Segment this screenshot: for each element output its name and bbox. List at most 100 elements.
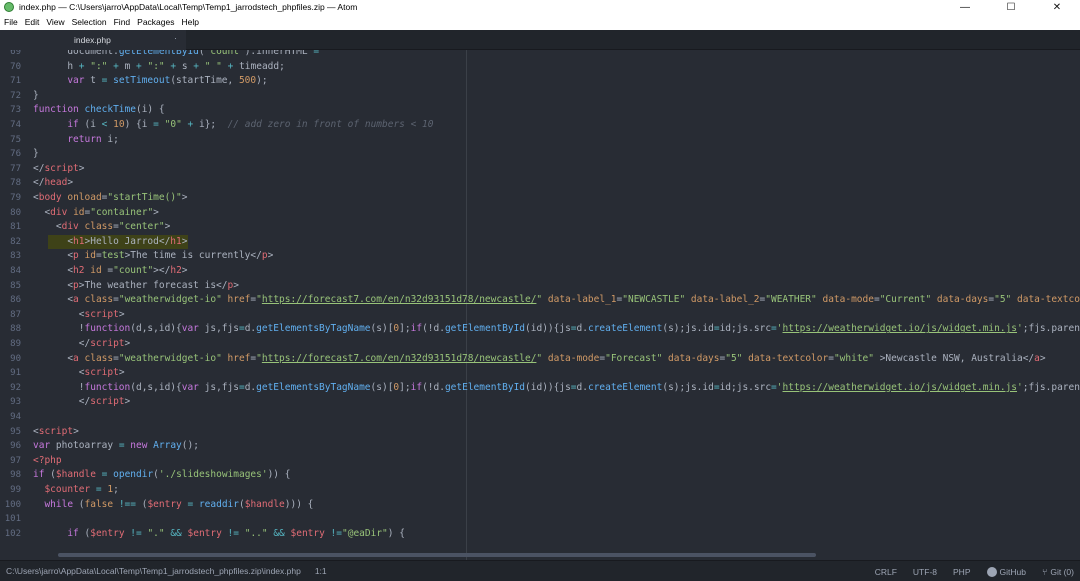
code-token: )) {: [267, 469, 291, 481]
menu-selection[interactable]: Selection: [70, 17, 112, 27]
code-token: i;: [101, 133, 119, 145]
window-controls: — ☐ ✕: [942, 0, 1080, 14]
code-token: data-mode: [816, 294, 874, 306]
code-line: 88 !function(d,s,id){var js,fjs=d.getEle…: [0, 322, 1080, 337]
code-line: 76}: [0, 147, 1080, 162]
status-cursor-position[interactable]: 1:1: [315, 566, 327, 576]
menu-find[interactable]: Find: [112, 17, 136, 27]
code-token: https://forecast7.com/en/n32d93151d78/ne…: [261, 294, 537, 306]
code-token: !: [33, 381, 85, 393]
code-token: =: [101, 265, 114, 276]
code-token: >Newcastle NSW, Australia</: [873, 352, 1035, 364]
menu-help[interactable]: Help: [180, 17, 204, 27]
line-text: $counter = 1;: [33, 483, 119, 498]
code-token: >: [118, 308, 125, 320]
code-token: t: [84, 75, 102, 87]
code-token: d.: [576, 323, 588, 335]
code-token: ":": [141, 60, 171, 72]
code-token: =: [90, 484, 102, 495]
code-token: Array: [147, 440, 182, 452]
line-number: 76: [10, 149, 21, 160]
code-line: 87 <script>: [0, 308, 1080, 323]
code-token: m: [118, 60, 137, 72]
line-number: 95: [10, 426, 21, 437]
code-token: id: [84, 265, 102, 276]
code-token: data-textcolor: [1017, 294, 1080, 306]
code-token: class: [78, 352, 114, 364]
code-token: d.: [244, 323, 257, 335]
code-token: script: [38, 425, 74, 437]
status-git[interactable]: ⑂ Git (0): [1042, 567, 1074, 577]
code-token: " ": [199, 60, 228, 72]
code-token: getElementById: [444, 381, 526, 393]
code-token: (: [73, 498, 85, 510]
line-number: 93: [10, 397, 21, 408]
code-token: getElementsByTagName: [256, 381, 371, 393]
code-token: >: [233, 279, 239, 291]
status-github[interactable]: GitHub: [986, 566, 1026, 577]
code-token: innerHTML: [256, 50, 308, 57]
minimize-button[interactable]: —: [942, 0, 988, 14]
code-token: ;: [113, 484, 119, 495]
code-token: $entry: [181, 527, 222, 539]
menu-file[interactable]: File: [2, 17, 23, 27]
code-token: 1: [101, 484, 114, 495]
code-token: function: [84, 381, 131, 393]
code-line: 94: [0, 410, 1080, 425]
line-number: 92: [10, 382, 21, 393]
code-token: 500: [238, 75, 257, 87]
line-text: var photoarray = new Array();: [33, 439, 199, 454]
menu-bar: File Edit View Selection Find Packages H…: [0, 14, 1080, 30]
maximize-button[interactable]: ☐: [988, 0, 1034, 14]
code-token: https://weatherwidget.io/js/widget.min.j…: [782, 323, 1018, 335]
git-branch-icon: ⑂: [1041, 566, 1048, 577]
code-token: ></: [153, 265, 171, 276]
menu-edit[interactable]: Edit: [23, 17, 45, 27]
menu-packages[interactable]: Packages: [135, 17, 179, 27]
code-token: <: [33, 352, 74, 364]
code-token: </: [33, 177, 45, 189]
line-number: 77: [10, 163, 21, 174]
horizontal-scrollbar[interactable]: [58, 553, 816, 557]
line-number: 85: [10, 280, 21, 291]
code-token: (d,s,id){: [130, 323, 182, 335]
code-token: >: [153, 206, 159, 218]
code-token: i};: [193, 119, 228, 130]
tab-close-icon[interactable]: ·: [174, 33, 177, 43]
code-token: <: [33, 206, 51, 218]
status-encoding[interactable]: UTF-8: [913, 567, 937, 577]
line-text: !function(d,s,id){var js,fjs=d.getElemen…: [33, 381, 1080, 396]
code-token: ];: [399, 323, 411, 335]
code-token: >: [267, 250, 274, 262]
status-grammar[interactable]: PHP: [953, 567, 970, 577]
github-icon: [986, 566, 997, 577]
code-token: var: [33, 440, 51, 452]
code-line: 74 if (i < 10) {i = "0" + i}; // add zer…: [0, 118, 1080, 133]
line-number: 73: [10, 105, 21, 116]
line-text: <a class="weatherwidget-io" href="https:…: [33, 293, 1080, 308]
menu-view[interactable]: View: [44, 17, 69, 27]
code-token: >: [181, 192, 188, 203]
code-token: "count": [113, 265, 154, 276]
status-file-path[interactable]: C:\Users\jarro\AppData\Local\Temp\Temp1_…: [6, 566, 301, 576]
code-token: <: [33, 221, 62, 233]
code-line: 96 var photoarray = new Array();: [0, 439, 1080, 454]
code-token: data-days: [662, 352, 720, 364]
line-number: 91: [10, 368, 21, 379]
code-line: 101: [0, 512, 1080, 527]
status-line-ending[interactable]: CRLF: [875, 567, 897, 577]
code-line: 82 <h1>Hello Jarrod</h1>: [0, 235, 1080, 250]
code-token: "white": [833, 352, 874, 364]
code-token: >The weather forecast is</: [78, 279, 228, 291]
tab-index-php[interactable]: index.php ·: [0, 30, 186, 50]
line-number: 69: [10, 50, 21, 57]
code-editor[interactable]: 69 document.getElementById("count").inne…: [0, 50, 1080, 560]
code-token: data-days: [931, 294, 989, 306]
code-token: if: [33, 119, 79, 130]
code-line: 70 h + ":" + m + ":" + s + " " + timeadd…: [0, 60, 1080, 75]
status-git-label: Git (0): [1050, 566, 1074, 577]
code-token: "count": [204, 50, 245, 57]
close-button[interactable]: ✕: [1034, 0, 1080, 14]
code-token: "startTime()": [107, 192, 182, 203]
code-token: );: [256, 75, 268, 87]
